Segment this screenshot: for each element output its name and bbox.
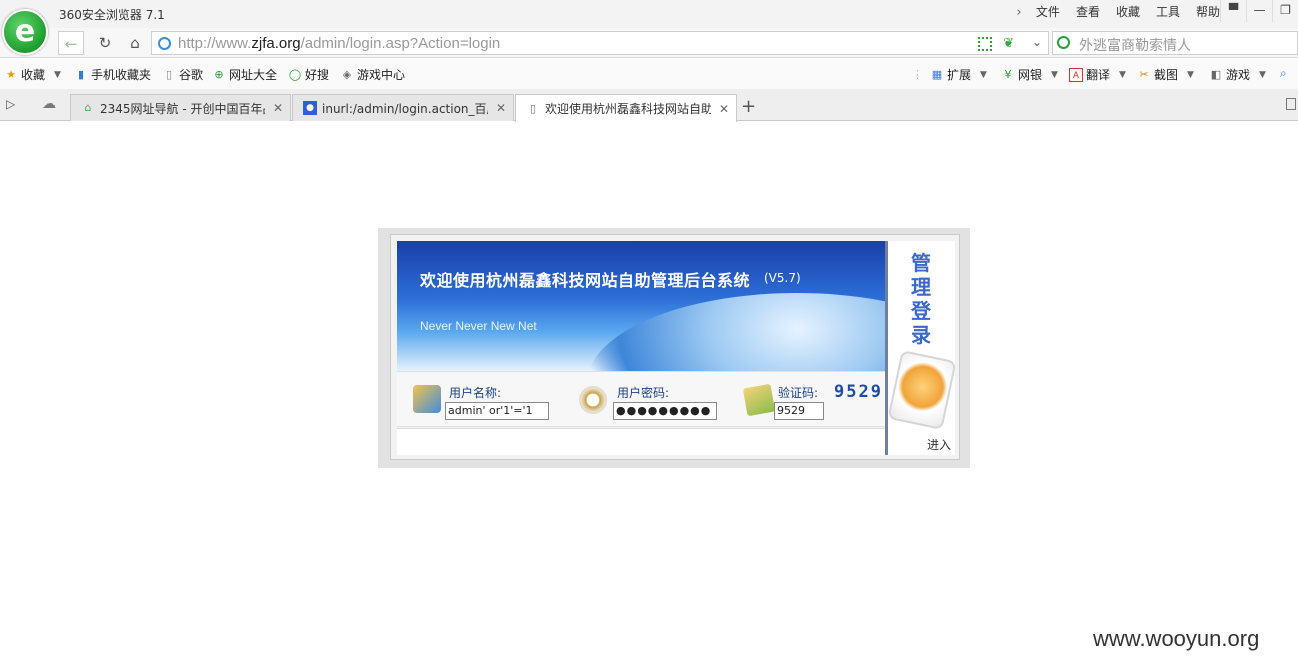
url-text[interactable]: http://www.zjfa.org/admin/login.asp?Acti… [178, 35, 500, 52]
earth-graphic [587, 293, 885, 371]
book-icon [742, 383, 776, 417]
version-label: (V5.7) [764, 271, 801, 285]
globe-icon [158, 37, 171, 50]
plus-circle-icon: ⊕ [214, 67, 224, 81]
title-bar: 360安全浏览器 7.1 › 文件 查看 收藏 工具 帮助 ▀ — ❐ [0, 0, 1298, 28]
chevron-down-icon[interactable]: ⌄ [1032, 35, 1042, 49]
find-icon[interactable]: ⌕ [1280, 66, 1287, 81]
scissors-icon: ✂ [1139, 67, 1149, 81]
watermark: www.wooyun.org [1093, 626, 1260, 651]
menu-bar: › 文件 查看 收藏 工具 帮助 [1010, 4, 1228, 20]
bookmark-favorites[interactable]: ★ 收藏 ▼ [4, 66, 61, 83]
tab-baidu[interactable]: ● inurl:/admin/login.action_百度 ✕ [292, 94, 514, 121]
close-icon[interactable]: ✕ [270, 101, 286, 115]
bookmarks-bar: ★ 收藏 ▼ ▮ 手机收藏夹 ▯ 谷歌 ⊕ 网址大全 ◯ 好搜 ◈ 游戏中心 ⋮… [0, 59, 1298, 89]
device-graphic [887, 349, 957, 431]
login-banner: 欢迎使用杭州磊鑫科技网站自助管理后台系统 (V5.7) Never Never … [397, 241, 885, 371]
page-icon: ▯ [529, 101, 537, 115]
refresh-icon[interactable]: ↻ [92, 31, 118, 55]
search-icon[interactable] [1057, 36, 1070, 49]
close-icon[interactable]: ✕ [493, 101, 509, 115]
banner-title: 欢迎使用杭州磊鑫科技网站自助管理后台系统 [420, 271, 751, 290]
restore-icon[interactable]: ❐ [1272, 0, 1298, 22]
yen-icon: ¥ [1004, 67, 1012, 81]
toolbar-screenshot[interactable]: ✂ 截图 ▼ [1137, 66, 1194, 83]
password-input[interactable]: ●●●●●●●●● [613, 402, 717, 420]
menu-favorites[interactable]: 收藏 [1108, 4, 1148, 20]
login-side-panel: 管理登录 [885, 241, 957, 455]
skin-icon[interactable]: ▀ [1220, 0, 1246, 22]
qr-code-icon[interactable] [978, 37, 992, 51]
username-label: 用户名称: [449, 386, 502, 400]
toolbar-translate[interactable]: A 翻译 ▼ [1069, 66, 1126, 83]
login-panel: 欢迎使用杭州磊鑫科技网站自助管理后台系统 (V5.7) Never Never … [390, 234, 960, 460]
home-icon[interactable]: ⌂ [122, 31, 148, 55]
caret-down-icon: ▼ [1051, 69, 1058, 80]
bookmark-mobile[interactable]: ▮ 手机收藏夹 [74, 66, 151, 83]
tab-bar: ▷ ☁ ⌂ 2345网址导航 - 开创中国百年品 ✕ ● inurl:/admi… [0, 89, 1298, 122]
username-input[interactable]: admin' or'1'='1 [445, 402, 549, 420]
back-icon[interactable]: ← [58, 31, 84, 55]
extension-icon: ▦ [931, 67, 943, 81]
captcha-image[interactable]: 9529 [834, 382, 883, 402]
enter-button[interactable]: 进入 [927, 436, 951, 453]
separator-icon: ⋮ [912, 68, 923, 81]
page-icon: ▯ [165, 67, 173, 81]
sidebar-toggle-icon[interactable]: ▷ [6, 97, 15, 111]
bookmark-games[interactable]: ◈ 游戏中心 [340, 66, 405, 83]
app-title: 360安全浏览器 7.1 [59, 8, 165, 22]
url-input[interactable]: http://www.zjfa.org/admin/login.asp?Acti… [151, 31, 1049, 55]
admin-login-title: 管理登录 [911, 251, 931, 347]
user-icon [413, 385, 441, 413]
menu-tools[interactable]: 工具 [1148, 4, 1188, 20]
tab-list-icon[interactable] [1286, 98, 1296, 110]
tab-login-active[interactable]: ▯ 欢迎使用杭州磊鑫科技网站自助 ✕ [515, 94, 737, 122]
new-tab-icon[interactable]: + [741, 96, 756, 117]
phone-icon: ▮ [77, 67, 85, 81]
banner-slogan: Never Never New Net [420, 319, 537, 333]
captcha-input[interactable]: 9529 [774, 402, 824, 420]
caret-down-icon: ▼ [980, 69, 987, 80]
toolbar-extensions[interactable]: ▦ 扩展 ▼ [930, 66, 987, 83]
minimize-icon[interactable]: — [1246, 0, 1272, 22]
address-bar: ← ↻ ⌂ http://www.zjfa.org/admin/login.as… [0, 28, 1298, 58]
browser-logo-icon[interactable]: e [2, 9, 48, 55]
bookmark-google[interactable]: ▯ 谷歌 [162, 66, 203, 83]
menu-view[interactable]: 查看 [1068, 4, 1108, 20]
caret-down-icon: ▼ [54, 69, 61, 80]
lock-icon [579, 386, 607, 414]
login-form: 用户名称: admin' or'1'='1 用户密码: ●●●●●●●●● 验证… [397, 371, 885, 427]
chevron-right-icon[interactable]: › [1010, 5, 1028, 20]
caret-down-icon: ▼ [1187, 69, 1194, 80]
tab-2345[interactable]: ⌂ 2345网址导航 - 开创中国百年品 ✕ [70, 94, 291, 121]
search-input[interactable]: 外逃富商勒索情人 [1052, 31, 1298, 55]
leaf-icon[interactable]: ❦ [1003, 36, 1014, 51]
bookmark-nav[interactable]: ⊕ 网址大全 [212, 66, 277, 83]
star-icon: ★ [6, 67, 16, 81]
close-icon[interactable]: ✕ [716, 102, 732, 116]
paw-icon: ● [303, 101, 317, 115]
cloud-icon[interactable]: ☁ [42, 96, 56, 112]
bookmark-haosou[interactable]: ◯ 好搜 [288, 66, 329, 83]
form-footer [397, 428, 885, 455]
translate-icon: A [1069, 67, 1083, 82]
search-placeholder: 外逃富商勒索情人 [1079, 38, 1191, 54]
caret-down-icon: ▼ [1119, 69, 1126, 80]
window-controls: ▀ — ❐ [1220, 0, 1298, 22]
house-icon: ⌂ [84, 101, 92, 114]
password-label: 用户密码: [617, 386, 670, 400]
search-icon: ◯ [288, 67, 302, 81]
toolbar-game[interactable]: ◧ 游戏 ▼ [1209, 66, 1266, 83]
game-icon: ◧ [1210, 67, 1222, 81]
caret-down-icon: ▼ [1259, 69, 1266, 80]
toolbar-ebank[interactable]: ¥ 网银 ▼ [1001, 66, 1058, 83]
captcha-label: 验证码: [778, 386, 819, 400]
gamepad-icon: ◈ [342, 67, 352, 81]
menu-file[interactable]: 文件 [1028, 4, 1068, 20]
